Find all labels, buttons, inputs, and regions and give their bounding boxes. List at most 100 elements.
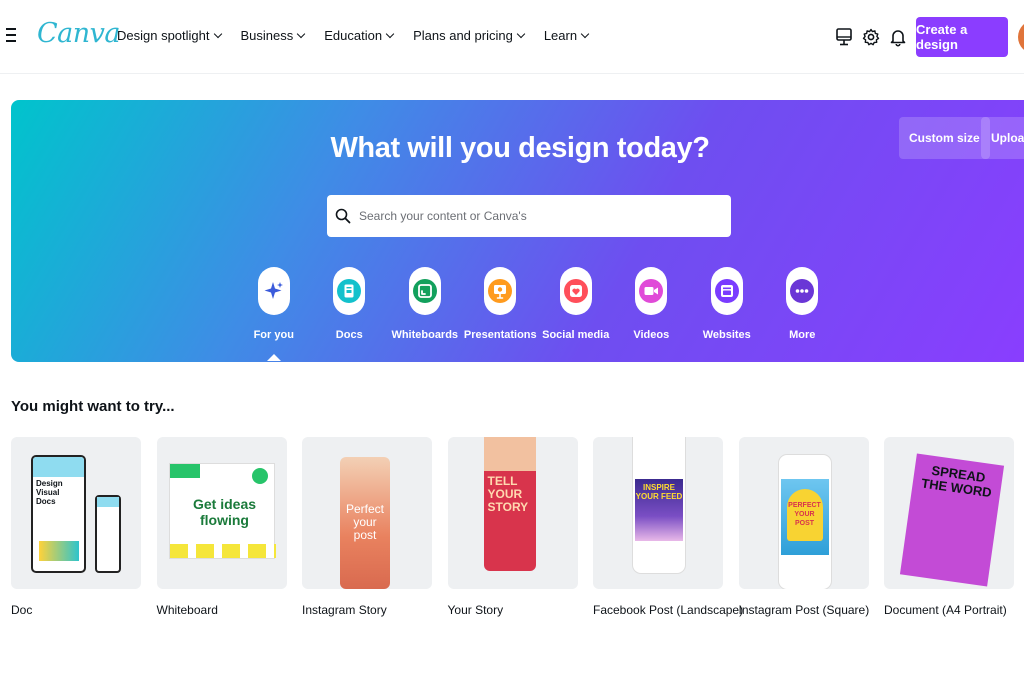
category-websites[interactable]: Websites: [689, 267, 765, 341]
instagram-phone: PERFECT YOUR POST: [778, 455, 831, 589]
whiteboard-canvas: Get ideas flowing: [168, 463, 276, 559]
category-icon-circle: [635, 267, 668, 315]
canva-logo[interactable]: Canva: [37, 18, 121, 49]
card-facebook-post[interactable]: INSPIRE YOUR FEED Facebook Post (Landsca…: [593, 437, 744, 617]
chevron-down-icon: [516, 29, 526, 39]
nav-plans-pricing[interactable]: Plans and pricing: [413, 28, 526, 43]
nav-label: Learn: [543, 28, 578, 43]
nav-label: Education: [324, 28, 383, 43]
category-docs[interactable]: Docs: [312, 267, 388, 341]
nav-label: Plans and pricing: [413, 28, 513, 43]
card-doc[interactable]: Design Visual Docs Doc: [11, 437, 141, 617]
card-instagram-post[interactable]: PERFECT YOUR POST Instagram Post (Square…: [738, 437, 870, 617]
sparkle-icon: [264, 282, 283, 299]
chevron-down-icon: [580, 29, 590, 39]
facebook-phone: INSPIRE YOUR FEED: [633, 437, 685, 573]
category-icon-circle: [408, 267, 441, 315]
whiteboard-icon: [412, 279, 437, 303]
heart-icon: [563, 279, 588, 303]
card-instagram-story[interactable]: Perfect your post Instagram Story: [302, 437, 432, 617]
hero-banner: Custom size Upload What will you design …: [11, 100, 1024, 362]
doc-phone: [95, 495, 121, 573]
category-social-media[interactable]: Social media: [538, 267, 614, 341]
story-phone: Perfect your post: [340, 457, 390, 589]
category-label: For you: [253, 329, 294, 341]
card-document-a4[interactable]: SPREAD THE WORD Document (A4 Portrait): [884, 437, 1014, 617]
category-label: Videos: [633, 329, 670, 341]
hero-title-text: What will you design today?: [330, 132, 710, 164]
category-shortcuts: For you Docs Whiteboards Presentations S…: [236, 267, 841, 361]
category-icon-circle: [786, 267, 819, 315]
nav-label: Business: [240, 28, 294, 43]
bell-icon[interactable]: [888, 27, 908, 47]
category-label: Docs: [335, 329, 363, 341]
category-for-you[interactable]: For you: [236, 267, 312, 361]
category-label: More: [789, 329, 816, 341]
hero-title: What will you design today?: [11, 132, 1024, 165]
search-input[interactable]: [359, 209, 719, 223]
chevron-down-icon: [297, 29, 306, 39]
avatar[interactable]: [1018, 20, 1024, 54]
chevron-down-icon: [213, 29, 222, 39]
card-label: Instagram Story: [302, 603, 387, 617]
category-videos[interactable]: Videos: [614, 267, 690, 341]
nav-business[interactable]: Business: [240, 28, 306, 43]
card-image-text: INSPIRE YOUR FEED: [635, 483, 683, 501]
a4-poster: SPREAD THE WORD: [899, 453, 1005, 587]
card-image-text: TELL YOUR STORY: [487, 474, 529, 514]
card-image-text: SPREAD THE WORD: [920, 462, 993, 501]
nav-design-spotlight[interactable]: Design spotlight: [117, 28, 222, 43]
card-label: Facebook Post (Landscape): [593, 603, 744, 617]
top-nav-bar: Canva Design spotlight Business Educatio…: [0, 0, 1024, 74]
website-icon: [714, 279, 739, 303]
category-label: Websites: [702, 329, 751, 341]
card-image-text: PERFECT YOUR POST: [786, 489, 823, 541]
doc-icon: [337, 279, 362, 303]
card-thumbnail: PERFECT YOUR POST: [738, 437, 869, 589]
monitor-icon[interactable]: [834, 27, 854, 47]
menu-icon[interactable]: [6, 28, 20, 42]
category-more[interactable]: More: [765, 267, 841, 341]
card-thumbnail: TELL YOUR STORY: [447, 437, 578, 589]
card-image-text: Perfect your post: [345, 502, 384, 542]
search-bar[interactable]: [327, 195, 731, 237]
nav-education[interactable]: Education: [324, 28, 395, 43]
category-label: Social media: [542, 329, 610, 341]
your-story-phone: TELL YOUR STORY: [483, 437, 536, 571]
section-title: You might want to try...: [11, 398, 175, 415]
card-image-text: Design Visual Docs: [36, 479, 63, 506]
category-label: Whiteboards: [391, 329, 459, 341]
card-label: Doc: [11, 603, 33, 617]
card-image-text: Get ideas flowing: [192, 496, 257, 528]
category-icon-circle: [333, 267, 366, 315]
card-whiteboard[interactable]: Get ideas flowing Whiteboard: [156, 437, 287, 617]
card-label: Document (A4 Portrait): [884, 603, 1007, 617]
category-whiteboards[interactable]: Whiteboards: [387, 267, 463, 341]
main-nav: Design spotlight Business Education Plan…: [117, 28, 608, 43]
category-icon-circle: [484, 267, 517, 315]
nav-label: Design spotlight: [117, 28, 210, 43]
suggestion-cards: Design Visual Docs Doc Get ideas flowing…: [11, 437, 1024, 617]
category-icon-circle: [559, 267, 592, 315]
category-presentations[interactable]: Presentations: [463, 267, 539, 341]
card-thumbnail: INSPIRE YOUR FEED: [593, 437, 723, 589]
gear-icon[interactable]: [861, 27, 881, 47]
card-your-story[interactable]: TELL YOUR STORY Your Story: [447, 437, 578, 617]
card-thumbnail: Perfect your post: [302, 437, 432, 589]
create-design-button[interactable]: Create a design: [916, 17, 1008, 57]
category-icon-circle: [257, 267, 290, 315]
nav-learn[interactable]: Learn: [543, 28, 590, 43]
doc-device: Design Visual Docs: [31, 455, 86, 573]
card-thumbnail: SPREAD THE WORD: [884, 437, 1014, 589]
card-thumbnail: Get ideas flowing: [156, 437, 287, 589]
card-label: Instagram Post (Square): [738, 603, 870, 617]
category-label: Presentations: [463, 329, 537, 341]
presentation-icon: [488, 279, 513, 303]
video-icon: [639, 279, 664, 303]
more-icon: [790, 279, 815, 303]
card-thumbnail: Design Visual Docs: [11, 437, 141, 589]
selected-pointer: [266, 354, 281, 361]
card-label: Your Story: [447, 603, 504, 617]
search-icon: [335, 208, 351, 224]
category-icon-circle: [710, 267, 743, 315]
